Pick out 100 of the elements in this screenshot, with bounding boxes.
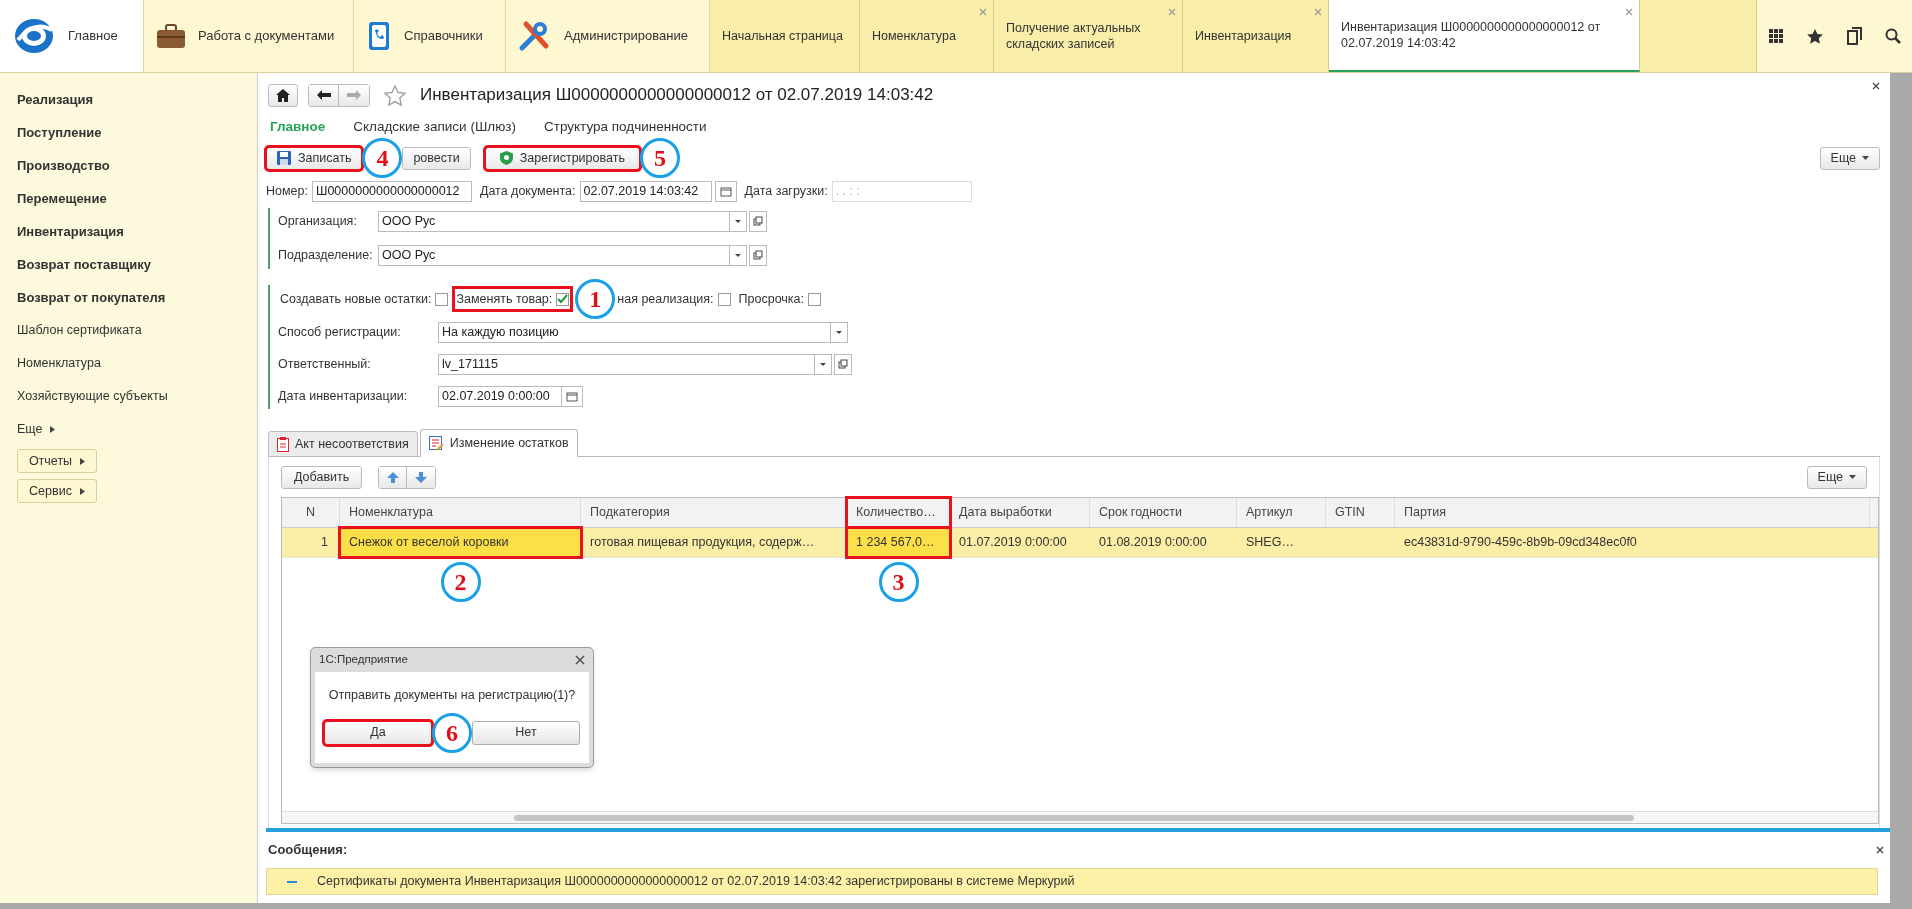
calendar-button[interactable] [561, 386, 583, 407]
callout-number: 5 [639, 138, 680, 178]
briefcase-icon [156, 23, 186, 49]
field-label: Дата загрузки: [744, 182, 828, 200]
dropdown-button[interactable] [814, 354, 832, 375]
clipboard-icon [277, 436, 289, 452]
field-label: Ответственный: [278, 356, 372, 374]
menu-button[interactable]: Сервис [17, 479, 97, 503]
home-button[interactable] [268, 83, 298, 107]
sidebar-link[interactable]: Поступление [17, 116, 257, 149]
close-icon[interactable] [1876, 846, 1884, 854]
sidebar-link[interactable]: Шаблон сертификата [17, 314, 257, 347]
more-button[interactable]: Еще [1819, 146, 1880, 170]
column-header: Количество… [847, 498, 950, 527]
field-label: Дата инвентаризации: [278, 388, 409, 406]
field-label: Способ регистрации: [278, 324, 402, 342]
left-arrow-icon [316, 90, 331, 100]
callout-number: 2 [440, 562, 481, 602]
checkbox[interactable]: Заменять товар: [454, 288, 572, 310]
open-tab[interactable]: Номенклатура [860, 0, 994, 72]
shield-icon [499, 151, 513, 165]
open-button[interactable] [749, 245, 767, 266]
input-field[interactable]: Ш0000000000000000012 [311, 180, 472, 202]
section-tab[interactable]: Администрирование [506, 0, 710, 72]
sidebar-link[interactable]: Инвентаризация [17, 215, 257, 248]
dialog-button[interactable]: Нет [472, 720, 580, 745]
logo-icon [12, 16, 56, 56]
copy-icon[interactable] [1846, 27, 1863, 45]
callout-number: 6 [432, 712, 472, 753]
move-down-button[interactable] [407, 466, 436, 488]
checkbox[interactable]: Создавать новые остатки: [278, 288, 451, 310]
section-tab[interactable]: Главное [0, 0, 144, 72]
toolbar-button[interactable]: Записать [266, 146, 363, 170]
open-tab[interactable]: Начальная страница [710, 0, 860, 72]
section-tab[interactable]: Работа с документами [144, 0, 354, 72]
input-field[interactable]: На каждую позицию [438, 322, 831, 343]
panel-tab[interactable]: Акт несоответствия [268, 431, 418, 457]
open-tab[interactable]: Инвентаризация [1183, 0, 1329, 72]
input-field[interactable]: ООО Рус [378, 245, 730, 266]
column-header: Срок годности [1090, 498, 1237, 527]
dialog-message: Отправить документы на регистрацию(1)? [328, 687, 576, 704]
table-cell-text: ec43831d-9790-459c-8b9b-09cd348ec0f0 [1403, 534, 1638, 552]
check-icon [557, 294, 569, 304]
move-up-button[interactable] [379, 466, 408, 488]
star-icon[interactable] [1806, 27, 1825, 45]
down-arrow-icon [415, 471, 428, 483]
toolbar-button[interactable]: Зарегистрировать [484, 146, 640, 170]
input-field[interactable]: 02.07.2019 0:00:00 [438, 386, 562, 407]
column-header: Партия [1395, 498, 1870, 527]
close-icon[interactable] [575, 655, 585, 665]
horizontal-scrollbar[interactable] [282, 811, 1878, 823]
menu-button[interactable]: Отчеты [17, 449, 97, 473]
sidebar-link[interactable]: Возврат от покупателя [17, 281, 257, 314]
messages-title: Сообщения: [268, 841, 348, 860]
message-text: Сертификаты документа Инвентаризация Ш0000000000000000012 от 02.07.2019 14:03:42 зарегистрированы в системе Меркурий [317, 873, 1075, 891]
sidebar-link[interactable]: Номенклатура [17, 347, 257, 380]
open-button[interactable] [749, 211, 767, 232]
more-button[interactable]: Еще [1806, 465, 1867, 489]
input-field[interactable]: lv_171115 [438, 354, 815, 375]
dropdown-button[interactable] [830, 322, 848, 343]
table-cell-text: 1 [320, 534, 329, 552]
grid-menu-icon[interactable] [1768, 28, 1785, 44]
form-tab[interactable]: Структура подчиненности [543, 116, 707, 138]
search-icon[interactable] [1884, 28, 1901, 44]
document-title: Инвентаризация Ш0000000000000000012 от 02.07.2019 14:03:42 [420, 84, 934, 107]
caret-icon [50, 426, 56, 433]
table-cell-text: SHEG… [1245, 534, 1295, 552]
save-icon [277, 151, 291, 165]
star-icon[interactable] [384, 84, 406, 106]
sidebar-link[interactable]: Возврат поставщику [17, 248, 257, 281]
sidebar-link[interactable]: Производство [17, 149, 257, 182]
field-label: Номер: [266, 182, 308, 200]
more-link[interactable]: Еще [17, 413, 56, 446]
caret-icon [1862, 156, 1869, 160]
calendar-button[interactable] [714, 180, 737, 202]
panel-tab[interactable]: Изменение остатков [419, 429, 578, 457]
open-tab[interactable]: Инвентаризация Ш0000000000000000012 от 02.07.2019 14:03:42 [1329, 0, 1640, 72]
column-header: GTIN [1326, 498, 1395, 527]
checkbox[interactable]: ная реализация: [615, 288, 733, 310]
sidebar-link[interactable]: Реализация [17, 83, 257, 116]
dropdown-button[interactable] [729, 211, 747, 232]
dialog-button[interactable]: Да [324, 720, 432, 745]
section-tab[interactable]: Справочники [354, 0, 506, 72]
back-button[interactable] [309, 84, 339, 106]
callout-number: 1 [575, 279, 616, 319]
input-field[interactable]: ООО Рус [378, 211, 730, 232]
checkbox[interactable]: Просрочка: [736, 288, 824, 310]
dropdown-button[interactable] [729, 245, 747, 266]
open-tab[interactable]: Получение актуальных складских записей [994, 0, 1183, 72]
phonebook-icon [366, 21, 392, 51]
close-icon[interactable] [1872, 82, 1880, 90]
dialog-title: 1С:Предприятие [319, 652, 408, 668]
open-button[interactable] [834, 354, 852, 375]
toolbar-button[interactable]: ровести [402, 146, 471, 170]
input-field[interactable]: 02.07.2019 14:03:42 [579, 180, 712, 202]
sidebar-link[interactable]: Хозяйствующие субъекты [17, 380, 257, 413]
form-tab[interactable]: Складские записи (Шлюз) [353, 116, 516, 138]
column-header: Артикул [1237, 498, 1326, 527]
add-button[interactable]: Добавить [281, 465, 363, 489]
sidebar-link[interactable]: Перемещение [17, 182, 257, 215]
